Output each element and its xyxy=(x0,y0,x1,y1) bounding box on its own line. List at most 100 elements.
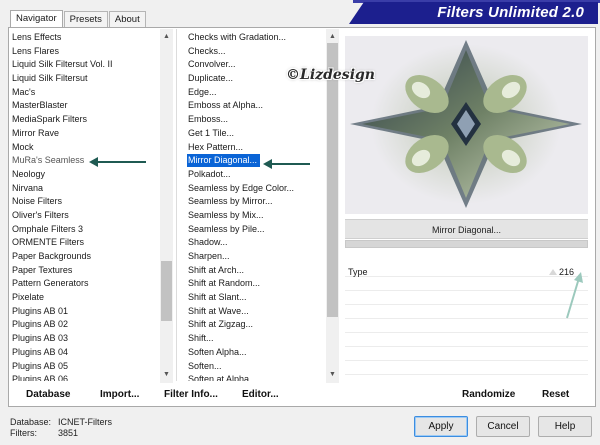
cancel-button[interactable]: Cancel xyxy=(476,416,530,437)
tab-about[interactable]: About xyxy=(108,11,146,28)
list-item[interactable]: Nirvana xyxy=(10,182,160,196)
list-item[interactable]: Checks... xyxy=(186,45,326,59)
watermark: ©Lizdesign xyxy=(286,67,375,83)
category-scroll-thumb[interactable] xyxy=(161,261,172,321)
list-item[interactable]: Mac's xyxy=(10,86,160,100)
slider-thumb-icon[interactable] xyxy=(549,269,557,275)
scroll-up-icon[interactable]: ▲ xyxy=(326,31,339,43)
list-item[interactable]: Shift... xyxy=(186,332,326,346)
scroll-up-icon[interactable]: ▲ xyxy=(160,31,173,43)
list-item-label: Edge... xyxy=(188,86,217,97)
list-item[interactable]: Hex Pattern... xyxy=(186,141,326,155)
list-item[interactable]: Liquid Silk Filtersut Vol. II xyxy=(10,58,160,72)
help-button[interactable]: Help xyxy=(538,416,592,437)
list-item[interactable]: Sharpen... xyxy=(186,250,326,264)
list-item[interactable]: Plugins AB 04 xyxy=(10,346,160,360)
list-item[interactable]: Get 1 Tile... xyxy=(186,127,326,141)
list-item-label: Neology xyxy=(12,168,46,179)
list-item-label: Shift at Wave... xyxy=(188,305,249,316)
list-item-label: Soften... xyxy=(188,360,222,371)
list-item-label: Nirvana xyxy=(12,182,44,193)
list-item-label: MuRa's Seamless xyxy=(12,155,85,166)
param-label: Type xyxy=(348,267,368,277)
category-list[interactable]: Lens Effects Lens Flares Liquid Silk Filte… xyxy=(10,31,160,381)
filter-info-button[interactable]: Filter Info... xyxy=(164,388,218,402)
list-item[interactable]: Noise Filters xyxy=(10,195,160,209)
list-item-label: Emboss... xyxy=(188,114,229,125)
list-item[interactable]: MasterBlaster xyxy=(10,99,160,113)
status-info: Database: ICNET-Filters Filters: 3851 xyxy=(10,417,112,439)
apply-button[interactable]: Apply xyxy=(414,416,468,437)
list-item-label: Polkadot... xyxy=(188,168,231,179)
list-item[interactable]: Lens Flares xyxy=(10,45,160,59)
list-item[interactable]: Plugins AB 06 xyxy=(10,373,160,381)
param-row-type[interactable]: Type 216 xyxy=(345,266,588,280)
tab-presets[interactable]: Presets xyxy=(63,11,108,28)
list-item[interactable]: Plugins AB 02 xyxy=(10,318,160,332)
list-item-label: MasterBlaster xyxy=(12,100,68,111)
list-item[interactable]: Paper Backgrounds xyxy=(10,250,160,264)
list-item[interactable]: Shift at Slant... xyxy=(186,291,326,305)
randomize-button[interactable]: Randomize xyxy=(462,388,515,402)
list-item[interactable]: MediaSpark Filters xyxy=(10,113,160,127)
list-item-label: Checks... xyxy=(188,45,226,56)
list-item[interactable]: Soften Alpha... xyxy=(186,346,326,360)
import-button[interactable]: Import... xyxy=(100,388,139,402)
annotation-arrow-icon xyxy=(566,272,583,319)
list-item[interactable]: Shift at Zigzag... xyxy=(186,318,326,332)
list-item[interactable]: Pattern Generators xyxy=(10,277,160,291)
filter-scroll-thumb[interactable] xyxy=(327,43,338,317)
list-item[interactable]: Seamless by Pile... xyxy=(186,223,326,237)
database-button[interactable]: Database xyxy=(26,388,70,402)
list-item[interactable]: Pixelate xyxy=(10,291,160,305)
database-label: Database: xyxy=(10,417,52,427)
list-item-label: Plugins AB 02 xyxy=(12,319,69,330)
list-item[interactable]: Seamless by Mix... xyxy=(186,209,326,223)
list-item-label: Seamless by Pile... xyxy=(188,223,265,234)
list-item[interactable]: Soften at Alpha... xyxy=(186,373,326,381)
list-item-label: Mirror Rave xyxy=(12,127,60,138)
list-item[interactable]: Plugins AB 05 xyxy=(10,360,160,374)
list-item[interactable]: Checks with Gradation... xyxy=(186,31,326,45)
parameter-list: Type 216 xyxy=(345,263,588,378)
list-item[interactable]: Mock xyxy=(10,141,160,155)
list-item[interactable]: Shadow... xyxy=(186,236,326,250)
tab-bar: Navigator Presets About xyxy=(10,10,147,28)
progress-bar xyxy=(345,240,588,248)
list-item[interactable]: Omphale Filters 3 xyxy=(10,223,160,237)
list-item-label: Convolver... xyxy=(188,59,236,70)
list-item[interactable]: Shift at Random... xyxy=(186,277,326,291)
list-item-label: Plugins AB 04 xyxy=(12,346,69,357)
list-item[interactable]: Shift at Arch... xyxy=(186,264,326,278)
tab-navigator[interactable]: Navigator xyxy=(10,10,63,28)
list-item[interactable]: Liquid Silk Filtersut xyxy=(10,72,160,86)
list-item[interactable]: Plugins AB 01 xyxy=(10,305,160,319)
list-item[interactable]: Seamless by Mirror... xyxy=(186,195,326,209)
editor-button[interactable]: Editor... xyxy=(242,388,279,402)
list-item[interactable]: Lens Effects xyxy=(10,31,160,45)
list-item[interactable]: Soften... xyxy=(186,360,326,374)
list-item[interactable]: Paper Textures xyxy=(10,264,160,278)
list-item-label: Paper Backgrounds xyxy=(12,251,92,261)
list-item[interactable]: Oliver's Filters xyxy=(10,209,160,223)
list-item[interactable]: Edge... xyxy=(186,86,326,100)
list-item[interactable]: Emboss... xyxy=(186,113,326,127)
list-item[interactable]: Mirror Rave xyxy=(10,127,160,141)
list-item[interactable]: ORMENTE Filters xyxy=(10,236,160,250)
scroll-down-icon[interactable]: ▼ xyxy=(160,369,173,381)
filter-list[interactable]: Checks with Gradation... Checks... Convolv… xyxy=(186,31,326,381)
list-item[interactable]: Emboss at Alpha... xyxy=(186,99,326,113)
category-scrollbar[interactable]: ▲ ▼ xyxy=(160,29,173,383)
scroll-down-icon[interactable]: ▼ xyxy=(326,369,339,381)
annotation-arrow-icon xyxy=(263,159,310,169)
list-item[interactable]: Seamless by Edge Color... xyxy=(186,182,326,196)
list-item-label: Soften at Alpha... xyxy=(188,374,257,381)
reset-button[interactable]: Reset xyxy=(542,388,569,402)
list-item-label: Duplicate... xyxy=(188,73,234,84)
list-item[interactable]: Neology xyxy=(10,168,160,182)
list-item-label: Seamless by Mirror... xyxy=(188,196,273,207)
list-item[interactable]: Plugins AB 03 xyxy=(10,332,160,346)
list-item-label: Shift at Zigzag... xyxy=(188,319,254,330)
column-divider xyxy=(176,29,177,381)
list-item[interactable]: Shift at Wave... xyxy=(186,305,326,319)
